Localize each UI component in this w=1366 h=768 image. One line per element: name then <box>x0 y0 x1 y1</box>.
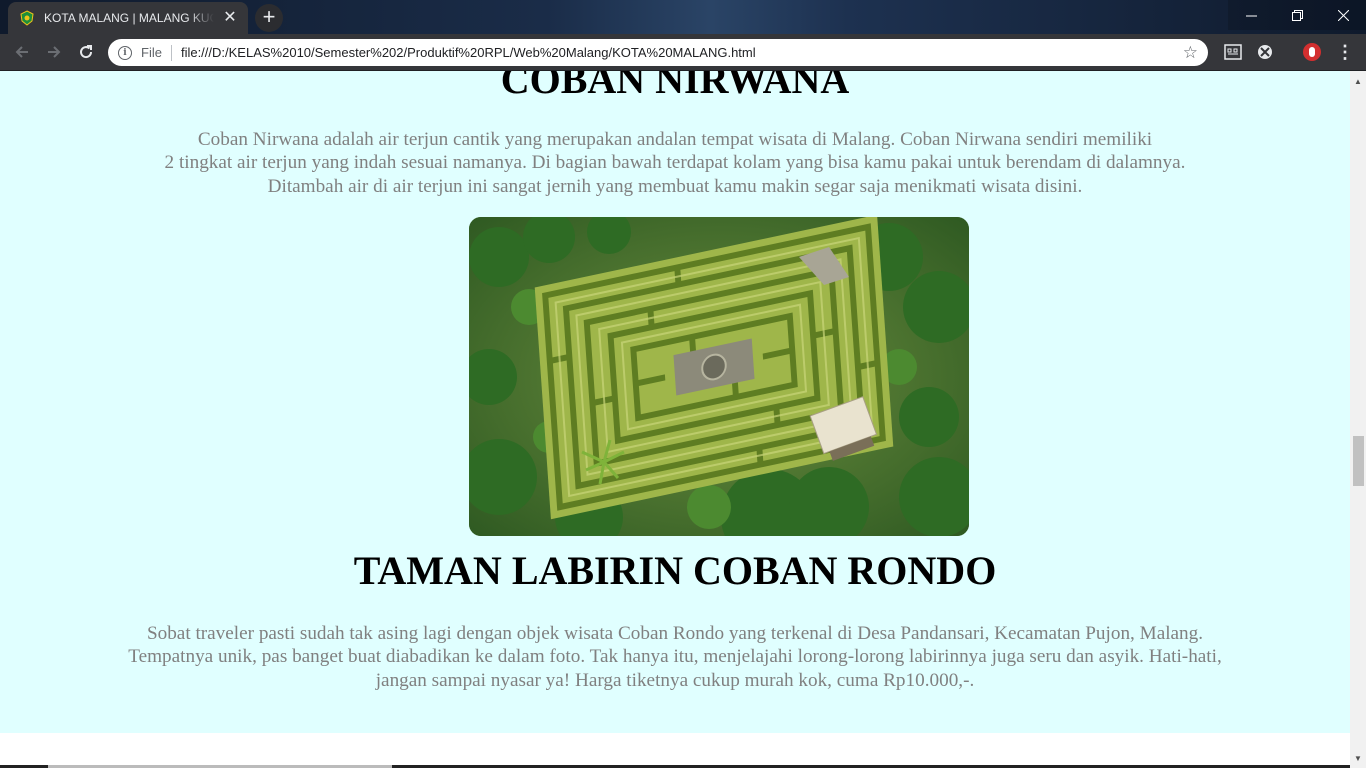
extension-icon[interactable] <box>1255 42 1275 62</box>
browser-tab[interactable]: KOTA MALANG | MALANG KUCECWARA ✕ <box>8 2 248 34</box>
favicon-emblem-icon <box>18 9 36 27</box>
url-text[interactable]: file:///D:/KELAS%2010/Semester%202/Produ… <box>181 45 1183 60</box>
content-section: COBAN NIRWANA Coban Nirwana adalah air t… <box>0 71 1350 733</box>
title-bar: KOTA MALANG | MALANG KUCECWARA ✕ + <box>0 0 1366 34</box>
paragraph-line: 2 tingkat air terjun yang indah sesuai n… <box>164 152 1186 174</box>
paragraph-line: Sobat traveler pasti sudah tak asing lag… <box>146 623 1204 644</box>
forward-arrow-icon[interactable] <box>42 40 66 64</box>
paragraph-line: jangan sampai nyasar ya! Harga tiketnya … <box>375 669 975 691</box>
divider <box>170 44 172 61</box>
scroll-down-icon[interactable]: ▼ <box>1350 750 1366 766</box>
browser-toolbar: i File file:///D:/KELAS%2010/Semester%20… <box>0 34 1366 71</box>
address-bar[interactable]: i File file:///D:/KELAS%2010/Semester%20… <box>108 39 1208 66</box>
address-scheme: File <box>141 45 162 60</box>
extension-icon[interactable] <box>1302 42 1322 62</box>
paragraph-line: Tempatnya unik, pas banget buat diabadik… <box>128 646 1222 668</box>
window-close-icon[interactable] <box>1320 0 1366 30</box>
extension-icon[interactable] <box>1223 42 1243 62</box>
scroll-up-icon[interactable]: ▲ <box>1350 73 1366 89</box>
reload-icon[interactable] <box>74 40 98 64</box>
minimize-icon[interactable] <box>1228 0 1274 30</box>
info-icon[interactable]: i <box>118 45 132 60</box>
page-viewport: COBAN NIRWANA Coban Nirwana adalah air t… <box>0 71 1350 768</box>
section-paragraph: Sobat traveler pasti sudah tak asing lag… <box>0 622 1350 692</box>
section-paragraph: Coban Nirwana adalah air terjun cantik y… <box>0 128 1350 198</box>
vertical-scrollbar[interactable]: ▲ ▼ <box>1350 71 1366 768</box>
aerial-hedge-maze-photo <box>469 217 969 536</box>
plus-icon[interactable]: + <box>255 4 283 32</box>
maximize-icon[interactable] <box>1274 0 1320 30</box>
section-heading: TAMAN LABIRIN COBAN RONDO <box>353 548 997 593</box>
back-arrow-icon[interactable] <box>10 40 34 64</box>
close-icon[interactable]: ✕ <box>222 10 238 26</box>
paragraph-line: Ditambah air di air terjun ini sangat je… <box>267 175 1083 197</box>
tab-title: KOTA MALANG | MALANG KUCECWARA <box>44 11 214 25</box>
star-icon[interactable]: ☆ <box>1183 43 1198 63</box>
scrollbar-thumb[interactable] <box>1353 436 1364 486</box>
section-heading: COBAN NIRWANA <box>500 71 850 102</box>
menu-dots-icon[interactable]: ⋮ <box>1335 42 1355 62</box>
paragraph-line: Coban Nirwana adalah air terjun cantik y… <box>197 129 1153 150</box>
